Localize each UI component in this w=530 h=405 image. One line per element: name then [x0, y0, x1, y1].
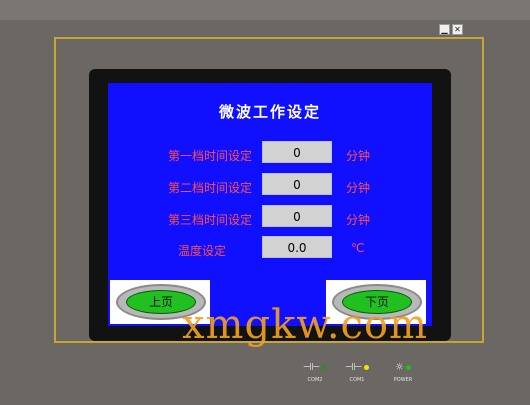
setting-input-2[interactable]: 0 — [262, 173, 332, 195]
power-label: POWER — [393, 377, 413, 383]
plug-icon: ⊣⊢ — [344, 362, 363, 373]
setting-unit-2: 分钟 — [346, 181, 371, 195]
minimize-icon[interactable]: ▁ — [439, 24, 450, 35]
window-top-bar — [0, 0, 530, 20]
com2-label: COM2 — [307, 377, 323, 383]
temperature-input[interactable]: 0.0 — [262, 236, 332, 258]
com1-label: COM1 — [349, 377, 365, 383]
plug-icon: ⊣⊢ — [302, 362, 321, 373]
close-icon[interactable]: ✕ — [452, 24, 463, 35]
temperature-unit: ℃ — [351, 241, 365, 255]
setting-label-3: 第三档时间设定 — [167, 213, 252, 227]
page-title: 微波工作设定 — [218, 103, 321, 121]
hmi-panel: ▁ ✕ 微波工作设定 第一档时间设定 0 分钟 第二档时间设定 0 分钟 第三档… — [0, 0, 530, 405]
temperature-label: 温度设定 — [177, 244, 226, 258]
window-buttons: ▁ ✕ — [439, 24, 463, 35]
sun-icon: ☼ — [395, 362, 404, 373]
com1-led — [364, 364, 370, 370]
hmi-screen: 微波工作设定 第一档时间设定 0 分钟 第二档时间设定 0 分钟 第三档时间设定… — [108, 83, 432, 326]
power-indicator: ☼ POWER — [388, 362, 418, 384]
com2-led — [322, 364, 328, 370]
status-indicators: ⊣⊢ COM2 ⊣⊢ COM1 ☼ POWER — [300, 362, 420, 390]
com1-indicator: ⊣⊢ COM1 — [342, 362, 372, 384]
watermark: xmgkw.com — [182, 302, 428, 348]
setting-label-2: 第二档时间设定 — [167, 181, 252, 195]
setting-unit-3: 分钟 — [346, 213, 371, 227]
power-led — [405, 364, 411, 370]
setting-label-1: 第一档时间设定 — [167, 149, 252, 163]
setting-input-3[interactable]: 0 — [262, 205, 332, 227]
setting-unit-1: 分钟 — [346, 149, 371, 163]
com2-indicator: ⊣⊢ COM2 — [300, 362, 330, 384]
setting-input-1[interactable]: 0 — [262, 141, 332, 163]
